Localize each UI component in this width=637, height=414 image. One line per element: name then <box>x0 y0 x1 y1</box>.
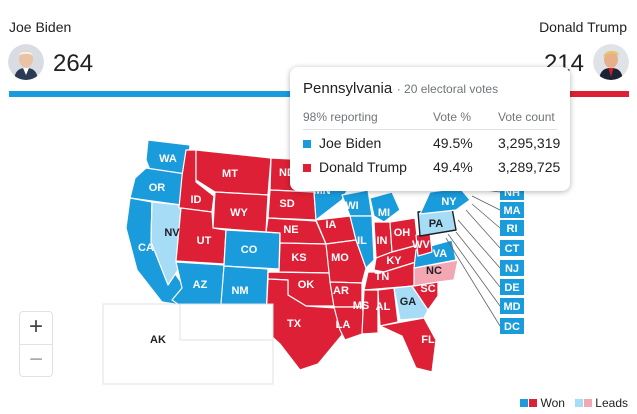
state-label-or: OR <box>149 182 166 194</box>
legend-rep-lead-swatch <box>583 399 592 407</box>
us-electoral-map: NHMARICTNJDEMDDC WAORCANVIDMTWYUTAZCONMN… <box>102 139 524 385</box>
state-label-va: VA <box>433 248 448 260</box>
state-label-ny: NY <box>441 196 457 208</box>
tooltip-trump-count: 3,289,725 <box>498 159 561 175</box>
state-label-nm: NM <box>231 285 248 297</box>
zoom-out-button[interactable]: − <box>20 344 52 377</box>
tooltip-trump-pct: 49.4% <box>433 159 473 175</box>
tooltip-biden-name: Joe Biden <box>319 135 382 151</box>
legend-dem-won-swatch <box>520 399 529 407</box>
legend-dem-lead-swatch <box>574 399 583 407</box>
state-label-sc: SC <box>420 283 435 295</box>
biden-avatar[interactable] <box>8 44 44 80</box>
state-label-al: AL <box>376 301 391 313</box>
biden-progress-bar <box>9 91 294 97</box>
legend-rep-won-swatch <box>529 399 538 407</box>
state-label-mo: MO <box>331 252 349 264</box>
state-label-fl: FL <box>421 334 435 346</box>
state-tooltip: Pennsylvania · 20 electoral votes 98% re… <box>290 67 570 191</box>
state-box-label-md: MD <box>503 301 520 313</box>
state-label-in: IN <box>377 235 388 247</box>
state-label-wi: WI <box>345 200 358 212</box>
state-label-ga: GA <box>400 296 417 308</box>
zoom-control: + − <box>19 311 53 377</box>
trump-avatar[interactable] <box>593 44 629 80</box>
state-label-ms: MS <box>353 300 370 312</box>
legend-won-label: Won <box>540 396 565 410</box>
state-label-il: IL <box>357 235 367 247</box>
state-label-wv: WV <box>412 239 430 251</box>
state-label-ia: IA <box>326 219 337 231</box>
state-box-label-dc: DC <box>504 321 520 333</box>
state-label-id: ID <box>191 194 202 206</box>
tooltip-reporting: 98% reporting <box>303 110 378 124</box>
state-label-ak: AK <box>150 334 166 346</box>
leader-line-dc <box>445 237 501 327</box>
biden-name: Joe Biden <box>9 19 72 35</box>
trump-name: Donald Trump <box>539 19 627 35</box>
tooltip-state-name: Pennsylvania <box>303 80 393 97</box>
zoom-in-button[interactable]: + <box>20 312 52 344</box>
state-label-wy: WY <box>230 207 248 219</box>
state-label-pa: PA <box>429 218 444 230</box>
tooltip-col-vote-pct: Vote % <box>433 110 472 124</box>
inset-frame <box>102 303 274 385</box>
trump-progress-bar <box>567 91 629 97</box>
leader-line-ct <box>465 209 501 249</box>
map-legend: Won Leads <box>520 396 628 410</box>
state-label-tx: TX <box>287 318 302 330</box>
legend-leads-label: Leads <box>595 396 628 410</box>
state-label-la: LA <box>336 319 351 331</box>
tooltip-row-trump: Donald Trump 49.4% 3,289,725 <box>303 159 561 179</box>
state-label-nv: NV <box>164 227 180 239</box>
state-label-oh: OH <box>394 227 411 239</box>
state-box-label-de: DE <box>504 282 519 294</box>
state-label-ok: OK <box>298 279 315 291</box>
biden-electoral-votes: 264 <box>53 50 94 77</box>
state-label-hi: HI <box>218 362 229 374</box>
tooltip-trump-swatch <box>303 164 311 172</box>
tooltip-col-vote-count: Vote count <box>498 110 555 124</box>
state-label-ca: CA <box>138 242 154 254</box>
tooltip-trump-name: Donald Trump <box>319 159 407 175</box>
tooltip-biden-swatch <box>303 140 311 148</box>
small-state-boxes: NHMARICTNJDEMDDC <box>500 184 524 334</box>
state-label-wa: WA <box>159 153 177 165</box>
state-label-sd: SD <box>279 198 294 210</box>
state-label-co: CO <box>241 244 258 256</box>
state-label-tn: TN <box>375 271 390 283</box>
state-label-ar: AR <box>333 285 349 297</box>
tooltip-electoral-votes: · 20 electoral votes <box>396 82 499 96</box>
tooltip-biden-count: 3,295,319 <box>498 135 561 151</box>
state-box-label-ma: MA <box>503 205 520 217</box>
tooltip-divider <box>303 129 557 130</box>
state-box-label-ri: RI <box>507 223 518 235</box>
tooltip-biden-pct: 49.5% <box>433 135 473 151</box>
state-label-az: AZ <box>193 279 208 291</box>
state-label-ks: KS <box>291 252 306 264</box>
state-label-ky: KY <box>386 255 402 267</box>
tooltip-row-biden: Joe Biden 49.5% 3,295,319 <box>303 135 561 155</box>
state-label-mi: MI <box>378 207 390 219</box>
state-label-ne: NE <box>283 224 298 236</box>
state-label-ut: UT <box>197 235 212 247</box>
state-box-label-ct: CT <box>505 243 520 255</box>
state-label-mt: MT <box>222 168 238 180</box>
inset-layer <box>102 303 274 385</box>
state-box-label-nj: NJ <box>505 263 519 275</box>
state-label-nc: NC <box>426 265 442 277</box>
